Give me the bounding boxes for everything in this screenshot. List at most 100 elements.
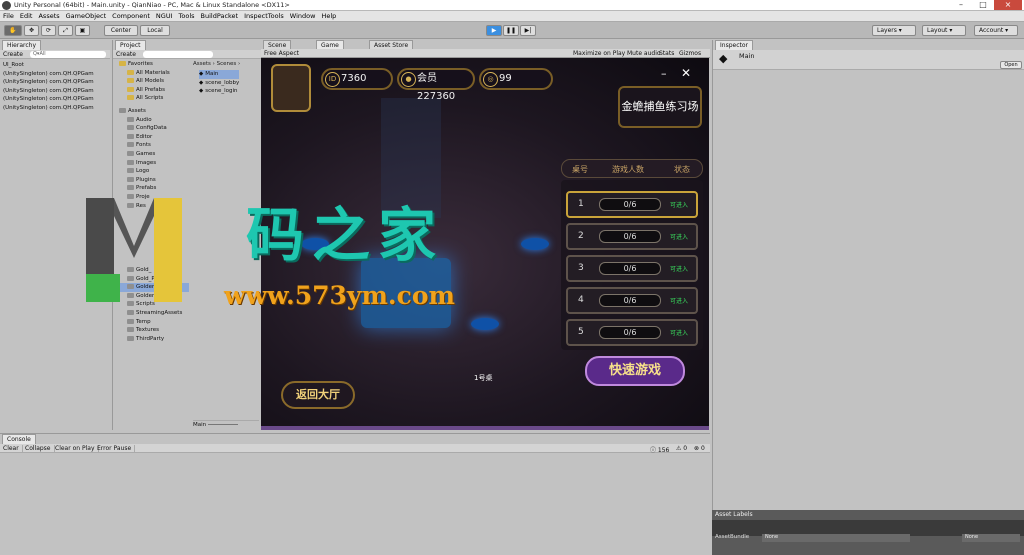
favorite-item[interactable]: All Models	[119, 77, 189, 86]
favorite-item[interactable]: All Scripts	[119, 94, 189, 103]
folder-item[interactable]: Temp	[119, 318, 189, 327]
warning-count[interactable]: ⚠ 0	[676, 445, 687, 452]
maximize-on-play-toggle[interactable]: Maximize on Play	[573, 50, 625, 57]
gizmos-toggle[interactable]: Gizmos	[679, 50, 701, 57]
play-button[interactable]: ▶	[486, 25, 502, 36]
menu-item-edit[interactable]: Edit	[17, 11, 36, 22]
inspector-panel: Inspector ◆ Main Open	[712, 40, 1024, 510]
coin-display: ◎ 99	[479, 68, 553, 90]
favorite-item[interactable]: All Prefabs	[119, 86, 189, 95]
open-button[interactable]: Open	[1000, 61, 1022, 69]
project-search-input[interactable]	[143, 51, 213, 58]
asset-bundle-label: AssetBundle	[715, 534, 750, 540]
minimize-button[interactable]: –	[950, 0, 972, 10]
scene-file[interactable]: ◆ Main	[199, 70, 240, 79]
zoom-slider[interactable]	[207, 424, 238, 425]
step-button[interactable]: ▶|	[520, 25, 536, 36]
console-clear-on-play-button[interactable]: Clear on Play	[55, 445, 99, 452]
hierarchy-item[interactable]: (UnitySingleton) com.QH.QPGam	[3, 104, 94, 113]
table-row[interactable]: 4 0/6 可进入	[566, 287, 698, 314]
breadcrumb-scenes[interactable]: Scenes	[217, 61, 237, 67]
hierarchy-item[interactable]: UI_Root	[3, 61, 94, 70]
scene-file[interactable]: ◆ scene_login	[199, 87, 239, 96]
hierarchy-item[interactable]: (UnitySingleton) com.QH.QPGam	[3, 95, 94, 104]
menu-item-inspecttools[interactable]: InspectTools	[241, 11, 287, 22]
menu-item-buildpacket[interactable]: BuildPacket	[198, 11, 242, 22]
account-label: Account	[979, 27, 1004, 34]
watermark-title: 码之家	[246, 201, 445, 269]
folder-label: Audio	[136, 116, 152, 123]
menu-item-ngui[interactable]: NGUI	[153, 11, 176, 22]
scene-file[interactable]: ◆ scene_lobby	[199, 79, 239, 88]
console-collapse-button[interactable]: Collapse	[25, 445, 55, 452]
close-game-button[interactable]: ✕	[681, 66, 691, 80]
move-tool-button[interactable]: ✥	[24, 25, 39, 36]
folder-item[interactable]: Prefabs	[119, 184, 189, 193]
folder-item[interactable]: Images	[119, 159, 189, 168]
folder-item[interactable]: ThirdParty	[119, 335, 189, 344]
table-row[interactable]: 3 0/6 可进入	[566, 255, 698, 282]
hand-tool-button[interactable]: ✋	[4, 25, 22, 36]
console-clear-button[interactable]: Clear	[3, 445, 23, 452]
favorite-item[interactable]: All Materials	[119, 69, 189, 78]
aspect-dropdown[interactable]: Free Aspect	[264, 50, 299, 57]
asset-bundle-dropdown[interactable]: None	[762, 534, 910, 542]
folder-item[interactable]: Games	[119, 150, 189, 159]
folder-label: ConfigData	[136, 125, 167, 132]
minimize-game-button[interactable]: –	[661, 67, 667, 80]
table-row[interactable]: 1 0/6 可进入	[566, 191, 698, 218]
rotate-tool-button[interactable]: ⟳	[41, 25, 56, 36]
folder-item[interactable]: StreamingAssets	[119, 309, 189, 318]
avatar[interactable]	[271, 64, 311, 112]
pivot-local-toggle[interactable]: Local	[140, 25, 170, 36]
tab-console[interactable]: Console	[2, 434, 36, 444]
back-to-lobby-button[interactable]: 返回大厅	[281, 381, 355, 409]
menu-item-component[interactable]: Component	[109, 11, 153, 22]
assets-header[interactable]: Assets	[119, 107, 189, 116]
folder-item[interactable]: Textures	[119, 326, 189, 335]
layout-dropdown[interactable]: Layout ▾	[922, 25, 966, 36]
close-window-button[interactable]: ×	[994, 0, 1022, 10]
project-create-button[interactable]: Create	[116, 51, 136, 58]
menu-item-help[interactable]: Help	[318, 11, 339, 22]
folder-item[interactable]: Editor	[119, 133, 189, 142]
maximize-button[interactable]: □	[972, 0, 994, 10]
member-value: 会员227360	[417, 73, 456, 102]
pause-button[interactable]: ❚❚	[503, 25, 519, 36]
rect-tool-button[interactable]: ▣	[75, 25, 90, 36]
folder-item[interactable]: ConfigData	[119, 124, 189, 133]
mute-audio-toggle[interactable]: Mute audio	[627, 50, 661, 57]
hierarchy-search-input[interactable]: Q▾All	[30, 51, 106, 58]
quick-start-button[interactable]: 快速游戏	[585, 356, 685, 386]
stats-toggle[interactable]: Stats	[659, 50, 674, 57]
hierarchy-item[interactable]: (UnitySingleton) com.QH.QPGam	[3, 70, 94, 79]
log-count[interactable]: ⓘ 156	[650, 445, 669, 454]
menu-item-file[interactable]: File	[0, 11, 17, 22]
menu-item-gameobject[interactable]: GameObject	[63, 11, 110, 22]
layers-dropdown[interactable]: Layers ▾	[872, 25, 916, 36]
folder-item[interactable]: Plugins	[119, 176, 189, 185]
pivot-center-toggle[interactable]: Center	[104, 25, 138, 36]
error-count[interactable]: ⊗ 0	[694, 445, 705, 452]
folder-item[interactable]: Fonts	[119, 141, 189, 150]
asset-variant-dropdown[interactable]: None	[962, 534, 1020, 542]
menu-item-tools[interactable]: Tools	[176, 11, 198, 22]
table-row[interactable]: 5 0/6 可进入	[566, 319, 698, 346]
table-row[interactable]: 2 0/6 可进入	[566, 223, 698, 250]
menu-item-window[interactable]: Window	[287, 11, 319, 22]
folder-item[interactable]: Audio	[119, 116, 189, 125]
account-dropdown[interactable]: Account ▾	[974, 25, 1018, 36]
favorites-header[interactable]: Favorites	[119, 60, 189, 69]
tab-hierarchy[interactable]: Hierarchy	[2, 40, 42, 50]
tab-inspector[interactable]: Inspector	[715, 40, 753, 50]
menu-item-assets[interactable]: Assets	[35, 11, 62, 22]
tab-project[interactable]: Project	[115, 40, 146, 50]
folder-item[interactable]: Logo	[119, 167, 189, 176]
hierarchy-create-button[interactable]: Create	[3, 51, 23, 58]
console-error-pause-button[interactable]: Error Pause	[97, 445, 136, 452]
menu-bar: File Edit Assets GameObject Component NGUI Too…	[0, 11, 1024, 22]
breadcrumb-assets[interactable]: Assets	[193, 61, 211, 67]
hierarchy-item[interactable]: (UnitySingleton) com.QH.QPGam	[3, 78, 94, 87]
hierarchy-item[interactable]: (UnitySingleton) com.QH.QPGam	[3, 87, 94, 96]
scale-tool-button[interactable]: ⤢	[58, 25, 73, 36]
